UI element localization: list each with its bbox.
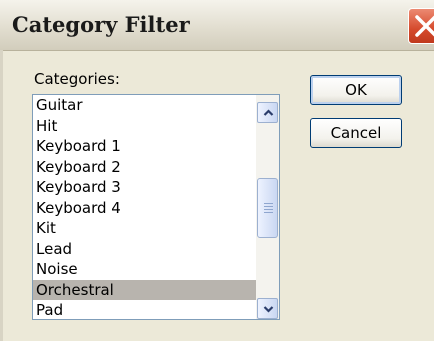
list-item[interactable]: Hit bbox=[33, 116, 256, 137]
list-item[interactable]: Orchestral bbox=[33, 279, 256, 300]
close-icon bbox=[415, 15, 434, 37]
list-item[interactable]: Lead bbox=[33, 239, 256, 260]
thumb-grip-line bbox=[264, 209, 273, 210]
scroll-down-button[interactable] bbox=[257, 298, 278, 319]
list-item[interactable]: Guitar bbox=[33, 95, 256, 116]
thumb-grip-line bbox=[264, 206, 273, 207]
thumb-grip-line bbox=[264, 212, 273, 213]
close-button[interactable] bbox=[408, 8, 434, 44]
list-item[interactable]: Keyboard 4 bbox=[33, 198, 256, 219]
list-item[interactable]: Keyboard 2 bbox=[33, 157, 256, 178]
list-item[interactable]: Keyboard 3 bbox=[33, 177, 256, 198]
categories-listbox[interactable]: Guitar Hit Keyboard 1 Keyboard 2 Keyboard 3K… bbox=[32, 94, 280, 320]
window-frame-edge bbox=[0, 50, 3, 341]
chevron-down-icon bbox=[263, 306, 274, 313]
categories-label: Categories: bbox=[34, 70, 120, 88]
list-item[interactable]: Pad bbox=[33, 300, 256, 319]
chevron-up-icon bbox=[263, 109, 274, 116]
vertical-scrollbar[interactable] bbox=[256, 95, 279, 319]
category-filter-dialog: Category Filter Categories: Guitar Hit Key… bbox=[0, 0, 434, 341]
title-bar[interactable]: Category Filter bbox=[0, 0, 434, 51]
list-item[interactable]: Kit bbox=[33, 218, 256, 239]
scrollbar-thumb[interactable] bbox=[257, 178, 278, 238]
thumb-grip-line bbox=[264, 203, 273, 204]
window-title: Category Filter bbox=[12, 12, 190, 37]
scroll-up-button[interactable] bbox=[257, 102, 278, 123]
list-item[interactable]: Noise bbox=[33, 259, 256, 280]
list-item[interactable]: Keyboard 1 bbox=[33, 136, 256, 157]
cancel-button[interactable]: Cancel bbox=[310, 118, 402, 148]
categories-list-items: Guitar Hit Keyboard 1 Keyboard 2 Keyboard 3K… bbox=[33, 95, 256, 319]
ok-button[interactable]: OK bbox=[310, 75, 402, 105]
